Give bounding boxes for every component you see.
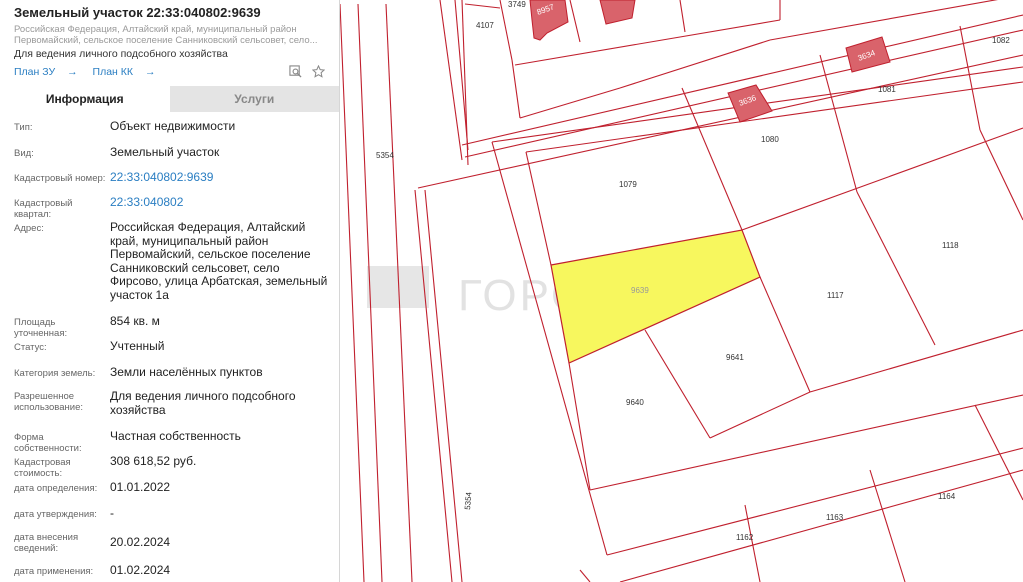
- detail-value: Учтенный: [110, 339, 165, 353]
- detail-row-area: Площадь уточненная: 854 кв. м: [0, 309, 339, 339]
- address-line-2: Первомайский, сельское поселение Саннико…: [14, 35, 318, 46]
- detail-row-cadnum: Кадастровый номер: 22:33:040802:9639: [0, 165, 339, 190]
- plan-zu-label: План ЗУ: [14, 66, 56, 78]
- detail-value: Для ведения личного подсобного хозяйства: [110, 389, 296, 417]
- detail-row-cost: Кадастровая стоимость: 308 618,52 руб.: [0, 449, 339, 479]
- detail-value: Земельный участок: [110, 145, 220, 159]
- plan-zu-link[interactable]: План ЗУ →: [14, 66, 78, 78]
- detail-row-usage: Разрешенное использование: Для ведения л…: [0, 384, 339, 424]
- detail-value: Российская Федерация, Алтайский край, му…: [110, 220, 328, 302]
- parcel-label: 1082: [992, 36, 1010, 45]
- detail-label: дата применения:: [14, 566, 94, 577]
- parcel-label: 1163: [826, 513, 844, 522]
- detail-value: -: [110, 506, 114, 520]
- cadastral-number-link[interactable]: 22:33:040802:9639: [110, 165, 339, 185]
- search-map-icon[interactable]: [289, 65, 302, 78]
- detail-row-apply-date: дата применения: 01.02.2024: [0, 558, 339, 582]
- detail-label: дата определения:: [14, 483, 98, 494]
- detail-value: Земли населённых пунктов: [110, 365, 263, 379]
- tab-services[interactable]: Услуги: [169, 86, 339, 112]
- parcel-label: 3749: [508, 0, 526, 9]
- detail-value: 01.02.2024: [110, 563, 171, 577]
- detail-value: 308 618,52 руб.: [110, 454, 197, 468]
- detail-value: Частная собственность: [110, 429, 241, 443]
- toolbar: [289, 65, 325, 78]
- detail-row-entry-date: дата внесения сведений: 20.02.2024: [0, 526, 339, 558]
- parcel-label: 1081: [878, 85, 896, 94]
- address-line-1: Российская Федерация, Алтайский край, му…: [14, 24, 297, 35]
- star-icon[interactable]: [312, 65, 325, 78]
- detail-label: Категория земель:: [14, 368, 96, 379]
- detail-label: Кадастровый номер:: [14, 173, 106, 184]
- parcel-label: 4107: [476, 21, 494, 30]
- detail-label: Вид:: [14, 148, 34, 159]
- cadastral-map[interactable]: ГОРОДА 4107 3749 8957 1082 3634 1081 363…: [340, 0, 1023, 582]
- detail-row-category: Категория земель: Земли населённых пункт…: [0, 360, 339, 384]
- detail-row-det-date: дата определения: 01.01.2022: [0, 475, 339, 501]
- address-summary: Российская Федерация, Алтайский край, му…: [14, 24, 326, 46]
- parcel-label: 9640: [626, 398, 644, 407]
- detail-value: 20.02.2024: [110, 535, 171, 549]
- parcel-label: 1117: [827, 291, 844, 300]
- detail-label: Разрешенное использование:: [14, 391, 84, 413]
- detail-row-kind: Вид: Земельный участок: [0, 140, 339, 165]
- plan-links: План ЗУ → План КК →: [14, 66, 168, 78]
- parcel-label: 1080: [761, 135, 779, 144]
- detail-value: 01.01.2022: [110, 480, 171, 494]
- parcel-label: 9639: [631, 286, 649, 295]
- tab-bar: Информация Услуги: [0, 86, 339, 112]
- info-panel: Земельный участок 22:33:040802:9639 Росс…: [0, 0, 340, 582]
- detail-row-quarter: Кадастровый квартал: 22:33:040802: [0, 190, 339, 220]
- detail-row-approve-date: дата утверждения: -: [0, 501, 339, 526]
- parcel-label: 1079: [619, 180, 637, 189]
- tab-info[interactable]: Информация: [0, 86, 170, 112]
- detail-value: 854 кв. м: [110, 314, 160, 328]
- parcel-label: 5354: [463, 491, 474, 510]
- detail-row-ownership: Форма собственности: Частная собственнос…: [0, 424, 339, 454]
- plan-kk-link[interactable]: План КК →: [93, 66, 156, 78]
- page-title: Земельный участок 22:33:040802:9639: [14, 5, 261, 20]
- parcel-label: 1164: [938, 492, 956, 501]
- purpose-text: Для ведения личного подсобного хозяйства: [14, 48, 228, 60]
- detail-row-type: Тип: Объект недвижимости: [0, 114, 339, 140]
- parcel-label: 5354: [376, 151, 394, 160]
- cadastral-quarter-link[interactable]: 22:33:040802: [110, 190, 339, 210]
- detail-label: Тип:: [14, 122, 33, 133]
- plan-kk-label: План КК: [92, 66, 134, 78]
- detail-value: Объект недвижимости: [110, 119, 236, 133]
- detail-label: дата утверждения:: [14, 509, 97, 520]
- detail-row-address: Адрес: Российская Федерация, Алтайский к…: [0, 215, 339, 309]
- detail-label: Статус:: [14, 342, 47, 353]
- parcel-label: 1118: [942, 241, 959, 250]
- parcel-label: 9641: [726, 353, 744, 362]
- details-table: Тип: Объект недвижимости Вид: Земельный …: [0, 114, 339, 582]
- parcel-label: 1162: [736, 533, 754, 542]
- detail-label: Адрес:: [14, 223, 44, 234]
- detail-row-status: Статус: Учтенный: [0, 334, 339, 360]
- detail-label: дата внесения сведений:: [14, 532, 79, 554]
